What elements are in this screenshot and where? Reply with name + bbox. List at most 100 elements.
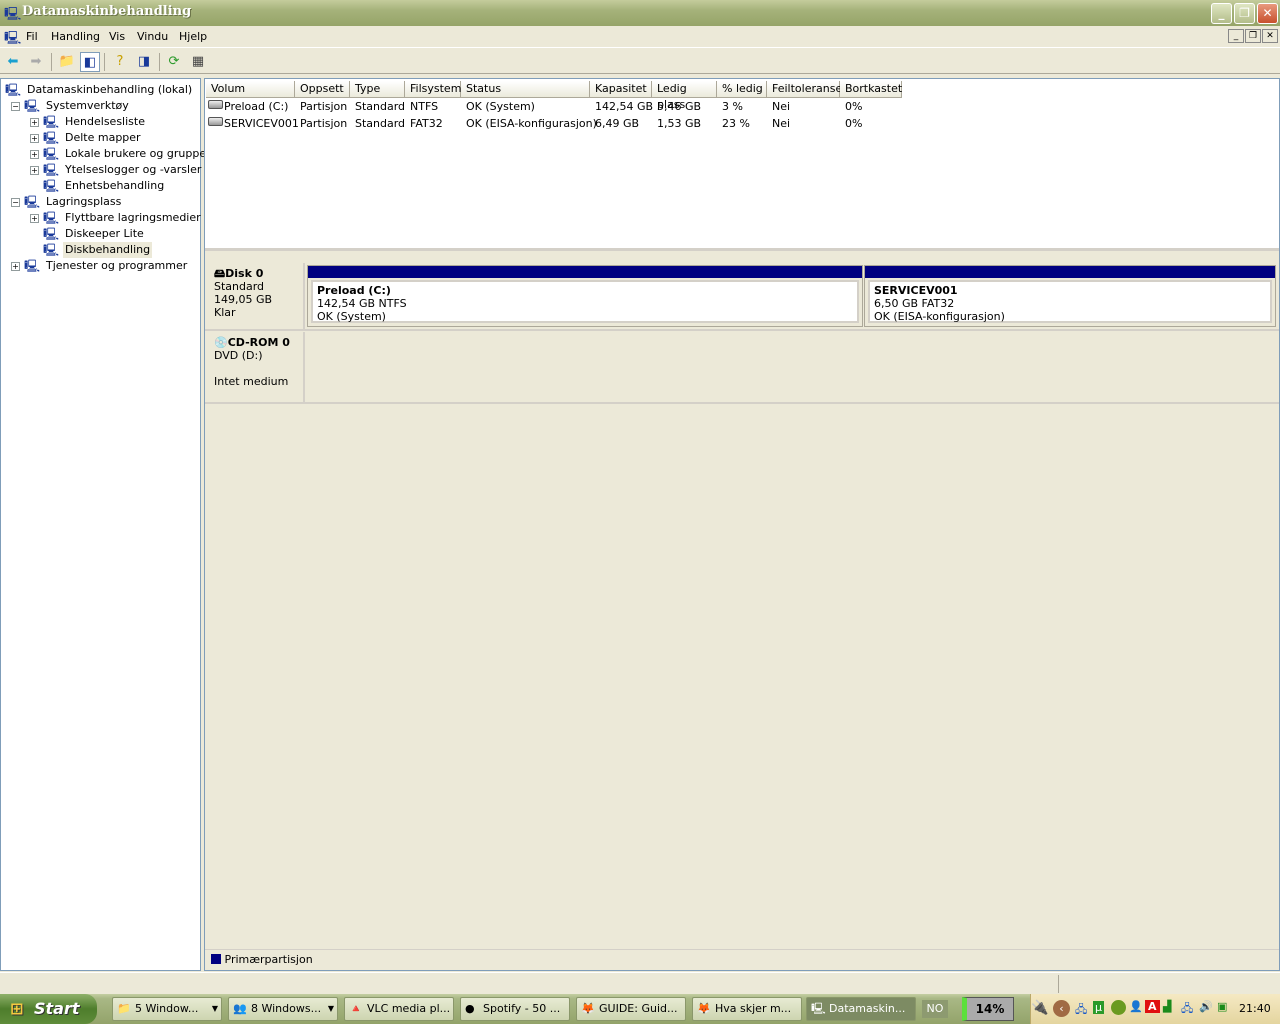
column-header[interactable]: Ledig plass: [652, 81, 717, 111]
wireless-network-icon[interactable]: 🖧: [1181, 1000, 1193, 1019]
tree-item-label: Hendelsesliste: [65, 115, 145, 128]
drive-icon: [208, 100, 223, 109]
tree-item[interactable]: + 🖳 Tjenester og programmer: [1, 258, 199, 274]
tree-item[interactable]: 🖳 Enhetsbehandling: [1, 178, 199, 194]
tree-item[interactable]: 🖳 Diskeeper Lite: [1, 226, 199, 242]
utorrent-icon[interactable]: µ: [1093, 1001, 1104, 1014]
network-icon[interactable]: 🖧: [1075, 1001, 1087, 1020]
power-plug-icon[interactable]: 🔌: [1031, 1000, 1048, 1016]
menu-vis[interactable]: Vis: [109, 30, 125, 43]
column-header[interactable]: Bortkastet: [840, 81, 902, 98]
tree-item[interactable]: + 🖳 Ytelseslogger og -varsler: [1, 162, 201, 178]
expand-toggle[interactable]: +: [30, 150, 39, 159]
taskbar-button[interactable]: 🦊 GUIDE: Guid...: [576, 997, 686, 1021]
taskbar-button[interactable]: 🖳 Datamaskin...: [806, 997, 916, 1021]
child-minimize-button[interactable]: _: [1228, 29, 1244, 43]
restore-button[interactable]: ❐: [1234, 3, 1255, 24]
volume-icon[interactable]: 🔊: [1199, 1000, 1213, 1013]
table-cell: 0%: [845, 100, 863, 113]
table-cell: 23 %: [722, 117, 750, 130]
column-header[interactable]: Filsystem: [405, 81, 461, 98]
table-cell: Standard: [355, 117, 406, 130]
tree-item-label: Tjenester og programmer: [46, 259, 188, 272]
taskbar-button[interactable]: 🦊 Hva skjer m...: [692, 997, 802, 1021]
cdrom-state: Intet medium: [214, 375, 289, 388]
dropdown-arrow-icon[interactable]: ▼: [212, 998, 218, 1020]
forward-icon[interactable]: ➡: [26, 52, 46, 72]
menu-hjelp[interactable]: Hjelp: [179, 30, 207, 43]
table-cell: 0%: [845, 117, 863, 130]
task-manager-icon[interactable]: ▣: [1217, 1000, 1227, 1013]
tree-item[interactable]: − 🖳 Systemverktøy: [1, 98, 199, 114]
taskbar-button[interactable]: 🔺 VLC media pl...: [344, 997, 454, 1021]
tree-item[interactable]: 🖳 Datamaskinbehandling (lokal): [1, 82, 199, 98]
expand-toggle[interactable]: +: [30, 166, 39, 175]
tree-item[interactable]: + 🖳 Delte mapper: [1, 130, 199, 146]
child-restore-button[interactable]: ❐: [1245, 29, 1261, 43]
signal-strength-icon[interactable]: ▟: [1163, 1000, 1171, 1013]
column-header[interactable]: Type: [350, 81, 405, 98]
expand-toggle[interactable]: −: [11, 102, 20, 111]
taskbar-button-label: GUIDE: Guid...: [599, 1002, 678, 1015]
taskbar-button[interactable]: ● Spotify - 50 ...: [460, 997, 570, 1021]
tree-item[interactable]: 🖳 Diskbehandling: [1, 242, 199, 258]
disk-0-label[interactable]: 🖴Disk 0 Standard 149,05 GB Klar: [207, 263, 305, 329]
tree-item-label: Lokale brukere og grupper: [65, 147, 211, 160]
show-hide-tree-icon[interactable]: ◧: [80, 52, 100, 72]
app-menu-icon[interactable]: 🖳: [4, 29, 21, 51]
tree-item[interactable]: + 🖳 Flyttbare lagringsmedier: [1, 210, 201, 226]
menu-fil[interactable]: Fil: [26, 30, 38, 43]
table-row[interactable]: SERVICEV001 Partisjon Standard FAT32 OK (EIS…: [205, 115, 1279, 132]
properties-icon[interactable]: ▦: [188, 52, 208, 72]
expand-toggle[interactable]: +: [11, 262, 20, 271]
partition-servicev001[interactable]: SERVICEV001 6,50 GB FAT32 OK (EISA-konfigu…: [864, 265, 1276, 327]
disk-icon: 🖴: [214, 267, 226, 280]
taskbar-button[interactable]: 👥 8 Windows... ▼: [228, 997, 338, 1021]
antivir-icon[interactable]: A: [1145, 1000, 1160, 1013]
taskbar-button[interactable]: 📁 5 Window... ▼: [112, 997, 222, 1021]
window-title: Datamaskinbehandling: [22, 4, 192, 19]
expand-toggle[interactable]: −: [11, 198, 20, 207]
messenger-icon[interactable]: 👤: [1129, 1000, 1143, 1013]
partition-preload[interactable]: Preload (C:) 142,54 GB NTFS OK (System): [307, 265, 863, 327]
tree-item[interactable]: + 🖳 Lokale brukere og grupper: [1, 146, 211, 162]
close-button[interactable]: ✕: [1257, 3, 1278, 24]
column-header[interactable]: % ledig: [717, 81, 767, 98]
cdrom-0-row[interactable]: 💿CD-ROM 0 DVD (D:) Intet medium: [205, 332, 1279, 404]
status-bar: [0, 972, 1280, 994]
refresh-icon[interactable]: ⟳: [164, 52, 184, 72]
table-row[interactable]: Preload (C:) Partisjon Standard NTFS OK (Sys…: [205, 98, 1279, 115]
back-icon[interactable]: ⬅: [3, 52, 23, 72]
show-hidden-icons-button[interactable]: ‹: [1053, 1000, 1070, 1017]
expand-toggle[interactable]: +: [30, 214, 39, 223]
title-bar[interactable]: 🖳 Datamaskinbehandling _ ❐ ✕: [0, 0, 1280, 26]
minimize-button[interactable]: _: [1211, 3, 1232, 24]
tree-item-label: Enhetsbehandling: [65, 179, 165, 192]
column-header[interactable]: Status: [461, 81, 590, 98]
column-header[interactable]: Feiltoleranse: [767, 81, 842, 98]
up-folder-icon[interactable]: 📁: [57, 52, 77, 72]
spotify-icon[interactable]: [1111, 1000, 1126, 1015]
tree-item[interactable]: + 🖳 Hendelsesliste: [1, 114, 199, 130]
expand-toggle[interactable]: +: [30, 118, 39, 127]
language-indicator[interactable]: NO: [922, 1000, 948, 1018]
toolbar-separator: [51, 53, 52, 71]
tree-item[interactable]: − 🖳 Lagringsplass: [1, 194, 199, 210]
cdrom-0-label[interactable]: 💿CD-ROM 0 DVD (D:) Intet medium: [207, 332, 305, 402]
tree-item-label: Systemverktøy: [46, 99, 129, 112]
start-button[interactable]: ⊞ Start: [0, 994, 97, 1024]
dropdown-arrow-icon[interactable]: ▼: [328, 998, 334, 1020]
menu-vindu[interactable]: Vindu: [137, 30, 168, 43]
menu-handling[interactable]: Handling: [51, 30, 100, 43]
column-header[interactable]: Kapasitet: [590, 81, 652, 98]
expand-toggle[interactable]: +: [30, 134, 39, 143]
taskbar-app-icon: 🔺: [349, 1002, 363, 1015]
help-icon[interactable]: ?: [110, 52, 130, 72]
column-header[interactable]: Volum: [206, 81, 295, 98]
show-action-pane-icon[interactable]: ◨: [134, 52, 154, 72]
column-header[interactable]: Oppsett: [295, 81, 350, 98]
battery-meter[interactable]: 14%: [962, 997, 1014, 1021]
child-close-button[interactable]: ✕: [1262, 29, 1278, 43]
taskbar-button-label: 5 Window...: [135, 1002, 199, 1015]
clock[interactable]: 21:40: [1239, 1002, 1271, 1015]
